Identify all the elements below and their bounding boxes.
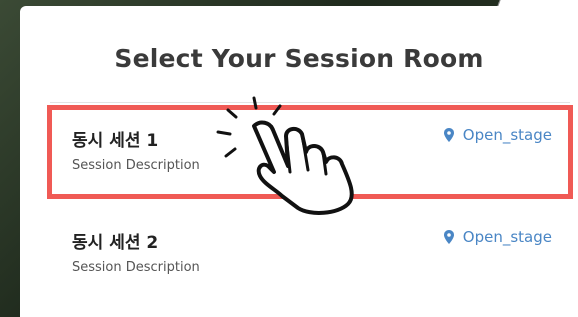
session-name: 동시 세션 2	[72, 233, 159, 253]
session-description: Session Description	[72, 158, 200, 173]
divider	[50, 102, 570, 103]
session-room-link[interactable]: Open_stage	[443, 228, 552, 246]
session-item-1[interactable]: 동시 세션 1 Session Description Open_stage	[47, 105, 573, 199]
session-room-link[interactable]: Open_stage	[443, 126, 552, 144]
room-label: Open_stage	[462, 228, 552, 246]
modal-title: Select Your Session Room	[114, 44, 484, 73]
session-description: Session Description	[72, 260, 200, 275]
screen: Select Your Session Room 동시 세션 1 Session…	[0, 0, 578, 317]
session-item-2[interactable]: 동시 세션 2 Session Description Open_stage	[50, 212, 570, 300]
session-room-modal: Select Your Session Room 동시 세션 1 Session…	[20, 6, 578, 317]
location-pin-icon	[443, 128, 454, 142]
location-pin-icon	[443, 230, 454, 244]
session-name: 동시 세션 1	[72, 131, 159, 151]
room-label: Open_stage	[462, 126, 552, 144]
